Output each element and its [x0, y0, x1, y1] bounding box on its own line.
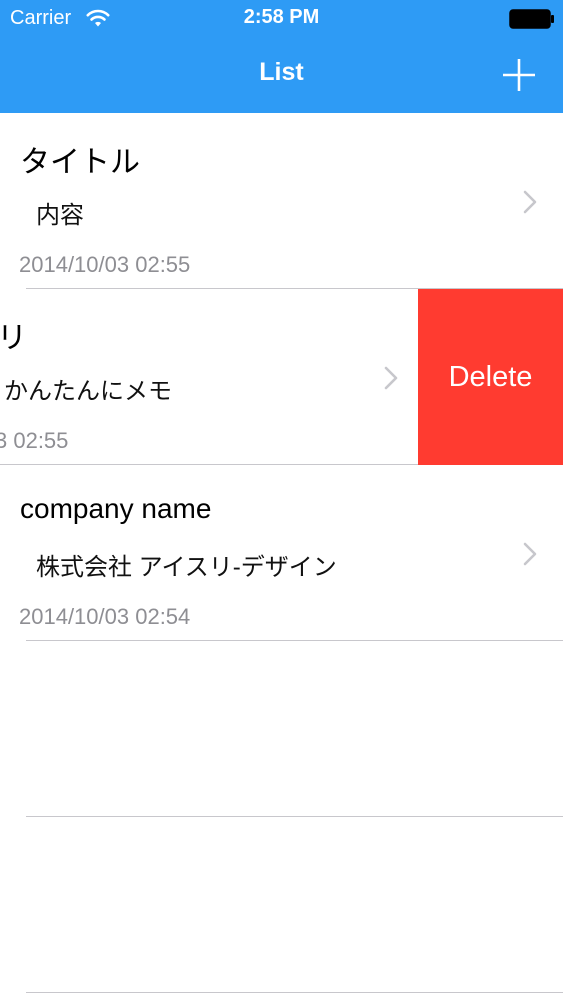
header: Carrier 2:58 PM List	[0, 0, 563, 113]
list-item-title: タイトル	[20, 146, 140, 179]
list-item-content[interactable]: company name 株式会社 アイスリ-デザイン 2014/10/03 0…	[0, 465, 563, 641]
chevron-right-icon	[523, 542, 537, 566]
list-item-date: 2014/10/03 02:55	[19, 252, 191, 277]
nav-title: List	[259, 58, 304, 86]
chevron-right-icon	[384, 366, 398, 390]
nav-bar: List	[0, 38, 563, 113]
list-item-title: リ	[0, 322, 27, 355]
delete-button[interactable]: Delete	[418, 289, 563, 465]
list-item[interactable]: タイトル 内容 2014/10/03 02:55	[0, 113, 563, 289]
chevron-right-icon	[523, 190, 537, 214]
list-item-body: 内容	[36, 202, 84, 229]
status-bar: Carrier 2:58 PM	[0, 0, 563, 38]
status-time: 2:58 PM	[243, 6, 320, 28]
list-item[interactable]: company name 株式会社 アイスリ-デザイン 2014/10/03 0…	[0, 465, 563, 641]
list-item[interactable]: リ かんたんにメモ 3 02:55 Delete	[0, 289, 563, 465]
list-item-body: 株式会社 アイスリ-デザイン	[36, 554, 337, 581]
row-separator	[26, 816, 563, 817]
list-item-content[interactable]: リ かんたんにメモ 3 02:55	[0, 289, 424, 465]
list-screen: Carrier 2:58 PM List タイトル 内容 2014/10/03 …	[0, 0, 563, 1000]
plus-icon	[503, 59, 535, 91]
list-item-body: かんたんにメモ	[4, 378, 172, 405]
battery-icon	[509, 9, 554, 29]
row-separator	[26, 640, 563, 641]
list-item-date: 3 02:55	[0, 428, 69, 453]
list-item-date: 2014/10/03 02:54	[19, 604, 191, 629]
row-separator	[26, 992, 563, 993]
list-item-title: company name	[20, 493, 212, 524]
memo-list: タイトル 内容 2014/10/03 02:55 リ かんたんにメモ 3 02:…	[0, 113, 563, 1000]
add-button[interactable]	[500, 56, 538, 94]
list-item-content[interactable]: タイトル 内容 2014/10/03 02:55	[0, 113, 563, 289]
